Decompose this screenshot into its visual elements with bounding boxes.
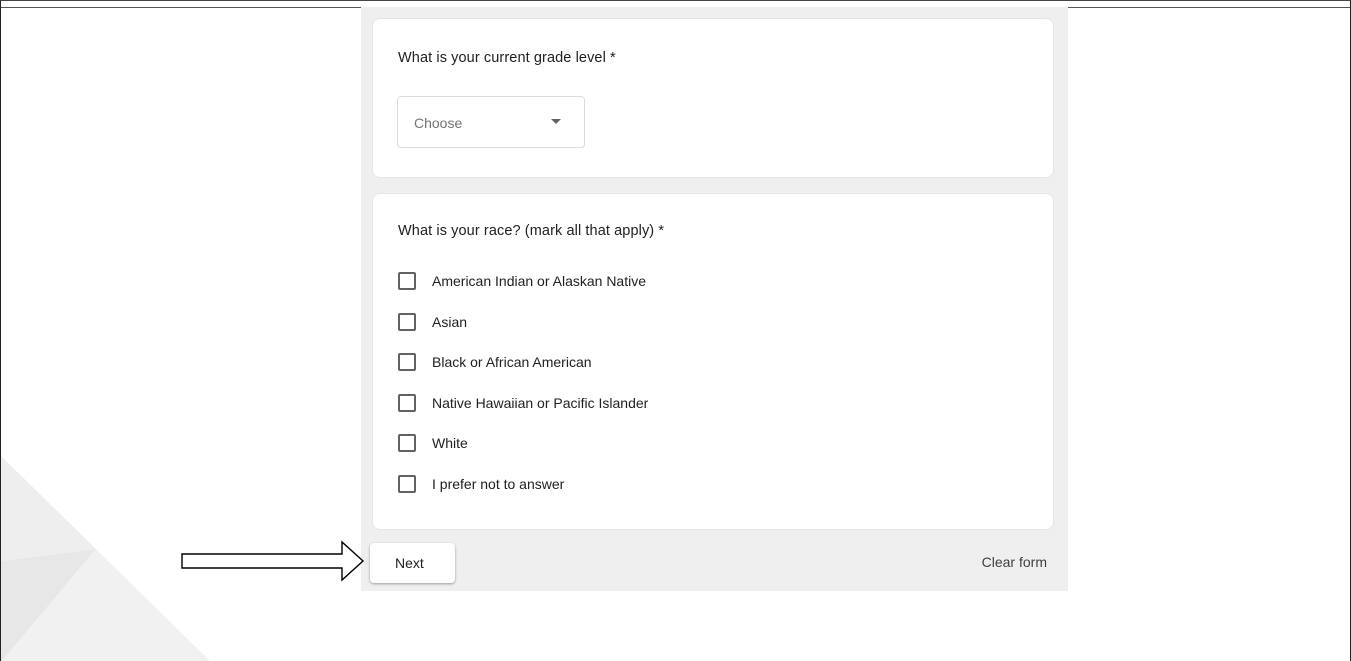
slide-frame: What is your current grade level * Choos… [0,0,1351,661]
checkbox[interactable] [398,353,416,371]
checkbox-label: White [432,435,468,451]
checkbox-label: Asian [432,314,468,330]
question-card-grade: What is your current grade level * Choos… [372,18,1054,178]
checkbox[interactable] [398,272,416,290]
checkbox-option-asian[interactable]: Asian [398,311,818,333]
decor-triangle-upper [1,456,96,561]
checkbox-option-native-hawaiian[interactable]: Native Hawaiian or Pacific Islander [398,392,818,414]
checkbox-label: American Indian or Alaskan Native [432,273,646,289]
checkbox-label: I prefer not to answer [432,476,565,492]
right-arrow-icon [181,540,365,582]
question-card-race: What is your race? (mark all that apply)… [372,193,1054,530]
grade-level-dropdown[interactable]: Choose [397,96,585,148]
checkbox-option-white[interactable]: White [398,432,818,454]
dropdown-value: Choose [414,115,463,131]
checkbox[interactable] [398,313,416,331]
clear-form-link[interactable]: Clear form [963,554,1047,570]
chevron-down-icon [551,119,561,124]
checkbox-option-black[interactable]: Black or African American [398,351,818,373]
question-title: What is your current grade level * [398,50,616,66]
next-button[interactable]: Next [370,543,455,583]
question-title: What is your race? (mark all that apply)… [398,223,665,239]
checkbox-option-prefer-not[interactable]: I prefer not to answer [398,473,818,495]
checkbox-option-american-indian[interactable]: American Indian or Alaskan Native [398,270,818,292]
checkbox-label: Black or African American [432,354,592,370]
checkbox-label: Native Hawaiian or Pacific Islander [432,395,649,411]
checkbox[interactable] [398,475,416,493]
checkbox[interactable] [398,434,416,452]
checkbox[interactable] [398,394,416,412]
